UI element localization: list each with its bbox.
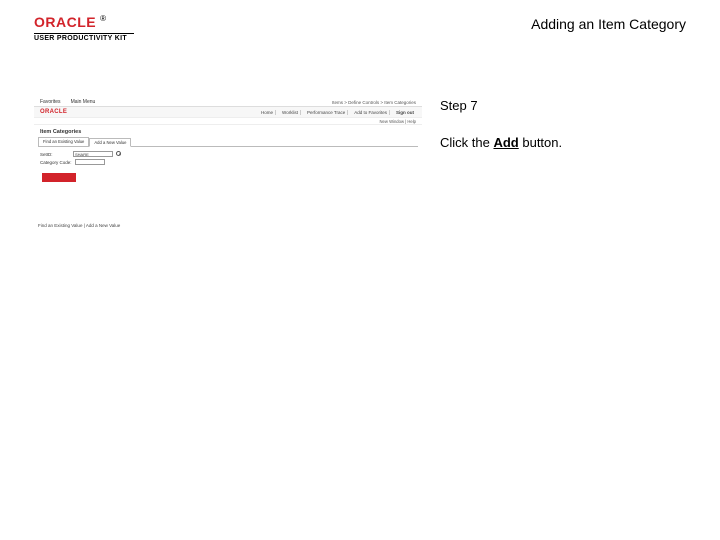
- setid-row: SetID: SHARE: [40, 151, 416, 157]
- instr-post: button.: [519, 135, 562, 150]
- search-icon: [116, 151, 122, 157]
- shot-oracle-logo: ORACLE: [40, 109, 67, 115]
- shot-tabs: Find an Existing Value Add a New Value: [34, 137, 422, 146]
- breadcrumb: Items > Define Controls > Item Categorie…: [332, 100, 416, 105]
- body: Favorites Main Menu Items > Define Contr…: [0, 58, 720, 238]
- setid-label: SetID:: [40, 152, 70, 157]
- header: ORACLE ® USER PRODUCTIVITY KIT Adding an…: [0, 0, 720, 58]
- shot-footer-links: Find an Existing Value | Add a New Value: [38, 223, 120, 228]
- setid-input: SHARE: [73, 151, 113, 157]
- nav-fav: Add to Favorites: [352, 110, 390, 115]
- code-input: [75, 159, 105, 165]
- brand-block: ORACLE ® USER PRODUCTIVITY KIT: [34, 14, 134, 42]
- topbar-mainmenu: Main Menu: [71, 99, 96, 105]
- instruction-column: Step 7 Click the Add button.: [440, 98, 686, 238]
- brand-rule: [34, 33, 134, 34]
- nav-home: Home: [259, 110, 276, 115]
- step-label: Step 7: [440, 98, 686, 113]
- code-row: Category Code:: [40, 159, 416, 165]
- tab-find: Find an Existing Value: [38, 137, 89, 146]
- app-screenshot: Favorites Main Menu Items > Define Contr…: [34, 98, 422, 238]
- trademark-symbol: ®: [100, 14, 106, 23]
- shot-subbar: New Window | Help: [34, 118, 422, 125]
- shot-appbar: ORACLE Home Worklist Performance Trace A…: [34, 107, 422, 118]
- shot-top-left: Favorites Main Menu: [40, 99, 95, 105]
- code-label: Category Code:: [40, 160, 72, 165]
- screenshot-column: Favorites Main Menu Items > Define Contr…: [34, 98, 422, 238]
- shot-nav: Home Worklist Performance Trace Add to F…: [259, 110, 416, 115]
- nav-worklist: Worklist: [280, 110, 301, 115]
- nav-perf: Performance Trace: [305, 110, 348, 115]
- shot-page-heading: Item Categories: [34, 125, 422, 137]
- instruction-text: Click the Add button.: [440, 135, 686, 150]
- page-title: Adding an Item Category: [531, 16, 686, 32]
- brand-subtitle: USER PRODUCTIVITY KIT: [34, 35, 134, 42]
- topbar-favorites: Favorites: [40, 99, 61, 105]
- page: ORACLE ® USER PRODUCTIVITY KIT Adding an…: [0, 0, 720, 540]
- shot-topbar: Favorites Main Menu Items > Define Contr…: [34, 98, 422, 107]
- nav-signout: Sign out: [394, 110, 416, 115]
- oracle-logo: ORACLE: [34, 14, 96, 30]
- tab-add: Add a New Value: [89, 138, 131, 147]
- add-button[interactable]: [42, 173, 76, 182]
- instr-pre: Click the: [440, 135, 493, 150]
- instr-target: Add: [493, 135, 518, 150]
- shot-panel: SetID: SHARE Category Code:: [38, 146, 418, 186]
